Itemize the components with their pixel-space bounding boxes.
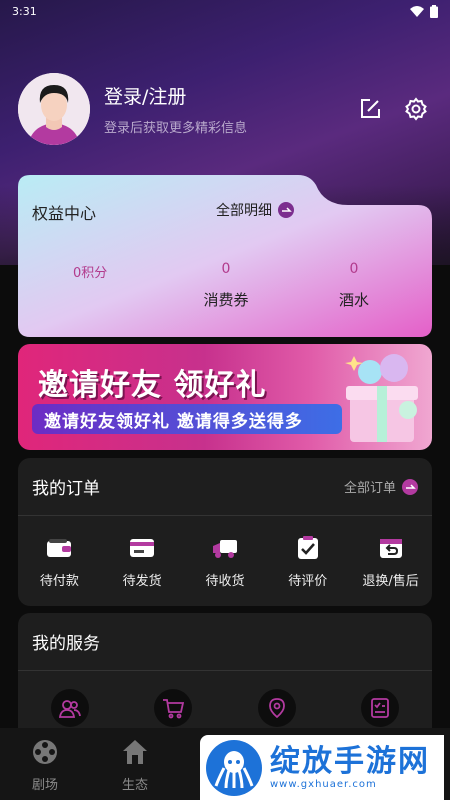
home-icon xyxy=(123,740,147,764)
tab-theater[interactable]: 剧场 xyxy=(0,728,90,800)
watermark-overlay: 绽放手游网 www.gxhuaer.com xyxy=(200,735,444,800)
card-icon xyxy=(130,539,155,557)
tab-label: 剧场 xyxy=(31,778,58,793)
gift-box-icon xyxy=(345,354,418,442)
order-pending-receipt[interactable]: 待收货 xyxy=(187,536,263,589)
film-reel-icon xyxy=(33,740,57,764)
return-icon xyxy=(379,539,402,558)
status-bar: 3:31 xyxy=(0,0,450,22)
truck-icon xyxy=(212,540,237,558)
order-label: 退换/售后 xyxy=(362,574,419,589)
orders-title: 我的订单 xyxy=(32,479,100,499)
gear-icon[interactable] xyxy=(404,97,428,121)
login-hint: 登录后获取更多精彩信息 xyxy=(104,121,248,136)
arrow-right-circle-icon xyxy=(278,202,294,218)
watermark-title: 绽放手游网 xyxy=(270,744,430,779)
order-label: 待收货 xyxy=(205,574,245,589)
all-orders-label: 全部订单 xyxy=(343,481,396,496)
order-pending-review[interactable]: 待评价 xyxy=(270,536,346,589)
order-label: 待发货 xyxy=(122,574,162,589)
wifi-icon xyxy=(410,5,424,17)
banner-subline-box: 邀请好友领好礼 邀请得多送得多 xyxy=(32,404,342,434)
orders-card: 我的订单 全部订单 待付款 待发货 待收货 待评价 退换/售后 xyxy=(18,458,432,606)
order-pending-payment[interactable]: 待付款 xyxy=(21,536,97,589)
order-pending-shipment[interactable]: 待发货 xyxy=(104,536,180,589)
drinks-label: 酒水 xyxy=(338,291,369,309)
coupons-value: 0 xyxy=(221,261,231,277)
drinks-value: 0 xyxy=(349,261,359,277)
wallet-icon xyxy=(47,539,72,557)
tab-ecology[interactable]: 生态 xyxy=(90,728,180,800)
all-orders-link[interactable]: 全部订单 xyxy=(344,477,418,496)
coupons-label: 消费券 xyxy=(203,291,249,309)
profile-section: 登录/注册 登录后获取更多精彩信息 xyxy=(18,72,432,146)
squid-logo-icon xyxy=(206,739,262,796)
avatar[interactable] xyxy=(18,73,90,145)
location-icon[interactable] xyxy=(257,689,296,727)
points-value[interactable]: 0积分 xyxy=(73,262,107,281)
order-label: 待评价 xyxy=(288,574,328,589)
order-label: 待付款 xyxy=(39,574,79,589)
services-card: 我的服务 xyxy=(18,613,432,743)
invite-banner[interactable]: 邀请好友 领好礼 邀请好友领好礼 邀请得多送得多 xyxy=(18,344,432,450)
login-register-link[interactable]: 登录/注册 xyxy=(104,82,358,109)
all-details-link[interactable]: 全部明细 xyxy=(216,200,294,220)
arrow-right-circle-icon xyxy=(402,478,418,495)
watermark-url: www.gxhuaer.com xyxy=(270,779,377,790)
order-returns[interactable]: 退换/售后 xyxy=(353,536,429,589)
cart-icon[interactable] xyxy=(154,689,193,727)
benefits-card: 权益中心 全部明细 0积分 0 消费券 0 酒水 xyxy=(18,175,432,337)
checklist-icon[interactable] xyxy=(361,689,400,727)
edit-icon[interactable] xyxy=(358,97,382,121)
services-title: 我的服务 xyxy=(32,634,100,654)
coupons-stat[interactable]: 0 消费券 xyxy=(196,261,256,310)
battery-icon xyxy=(430,4,438,18)
check-icon xyxy=(297,536,318,559)
banner-headline: 邀请好友 领好礼 xyxy=(38,368,267,403)
status-time: 3:31 xyxy=(12,4,37,18)
drinks-stat[interactable]: 0 酒水 xyxy=(324,261,384,310)
all-details-label: 全部明细 xyxy=(216,203,272,219)
banner-subline: 邀请好友领好礼 邀请得多送得多 xyxy=(44,411,303,432)
tab-label: 生态 xyxy=(121,778,148,793)
status-icons xyxy=(410,4,438,18)
users-icon[interactable] xyxy=(50,689,89,727)
benefits-title: 权益中心 xyxy=(32,204,97,223)
